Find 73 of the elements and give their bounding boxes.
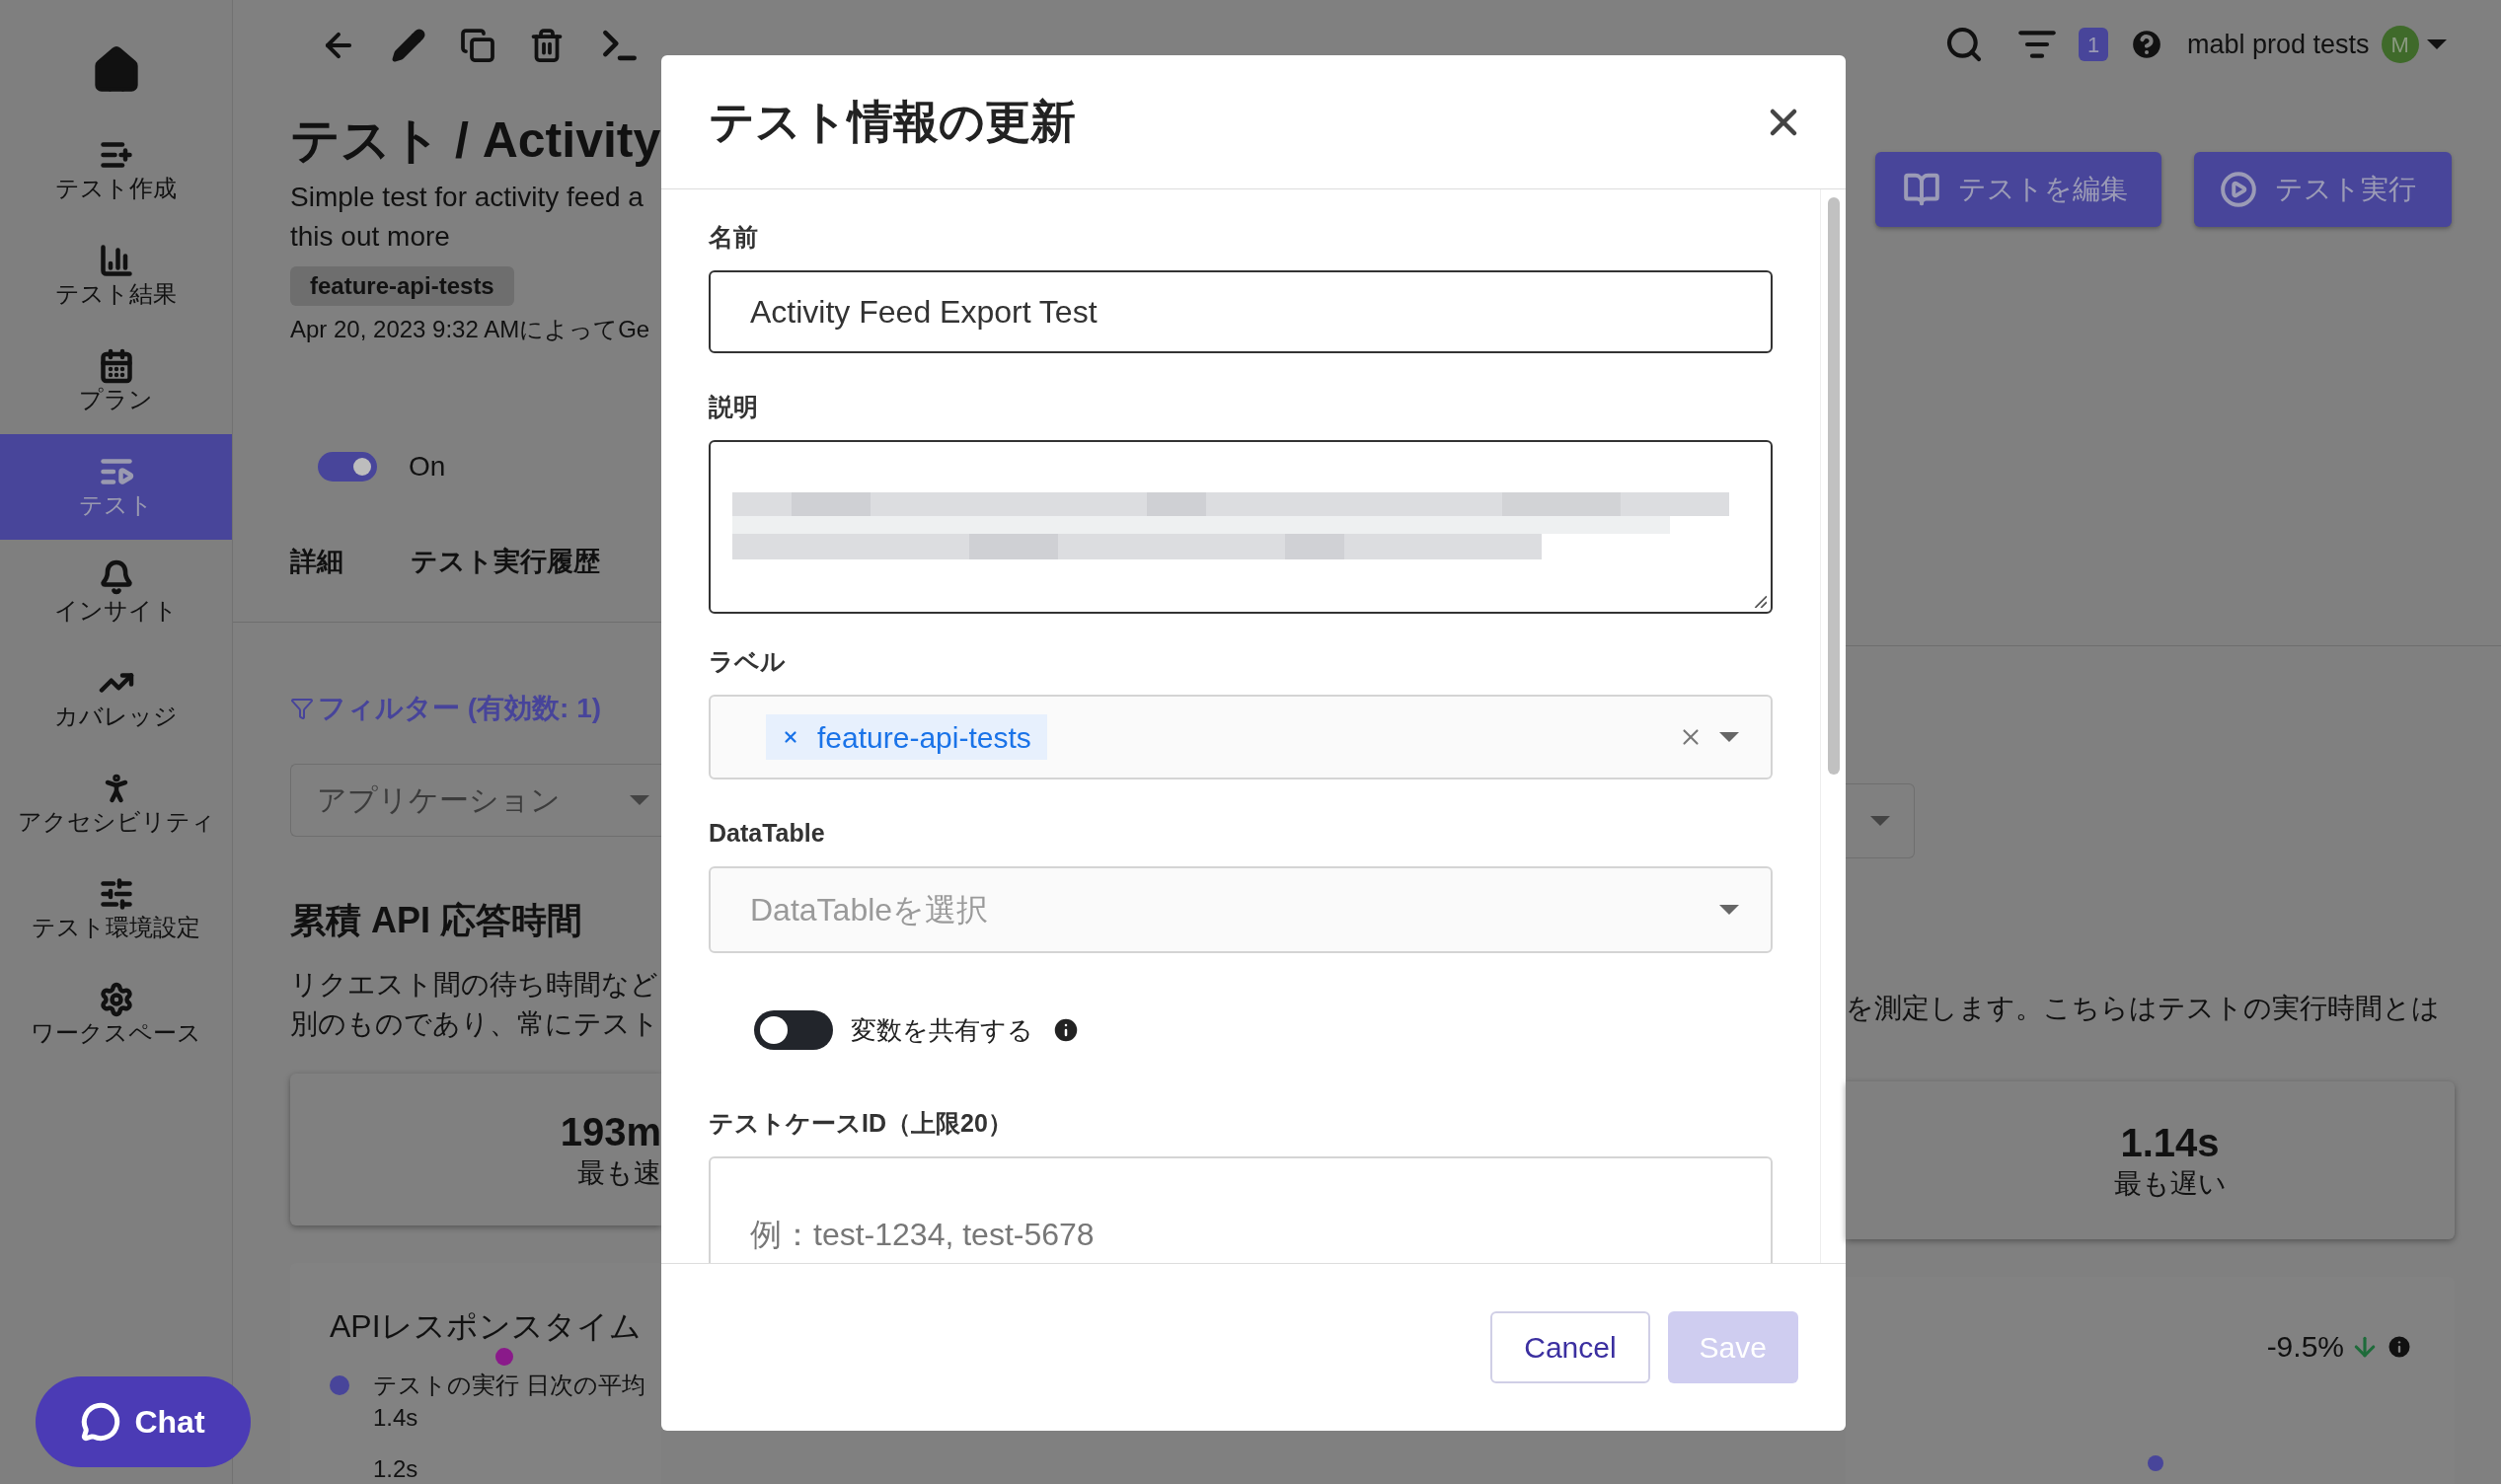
caret-icon xyxy=(1869,816,1890,826)
info-icon xyxy=(1051,1015,1081,1045)
chart-point xyxy=(495,1348,513,1366)
sidebar-item[interactable]: テスト xyxy=(0,434,232,540)
axis-label: 1.4s xyxy=(373,1403,419,1433)
resize-handle-icon xyxy=(1753,594,1767,608)
test-case-id-field[interactable]: 例：test-1234, test-5678 xyxy=(709,1156,1773,1263)
datatable-select[interactable]: DataTableを選択 xyxy=(709,866,1773,953)
chat-button[interactable]: Chat xyxy=(36,1376,251,1467)
stat-value: 1.14s xyxy=(2120,1120,2220,1166)
copy-icon[interactable] xyxy=(460,28,495,63)
sidebar-item[interactable]: アクセシビリティ xyxy=(0,751,232,856)
sidebar-item[interactable]: テスト環境設定 xyxy=(0,856,232,962)
toggle-switch[interactable] xyxy=(318,452,377,482)
chat-bubble-icon xyxy=(81,1402,121,1442)
run-test-button[interactable]: テスト実行 xyxy=(2194,152,2452,227)
caret-icon xyxy=(1719,905,1739,915)
section-title: 累積 API 応答時間 xyxy=(290,899,583,943)
application-dropdown[interactable]: アプリケーション xyxy=(290,763,661,838)
caret-icon xyxy=(2426,39,2447,49)
toggle-label: 変数を共有する xyxy=(851,1013,1033,1047)
sidebar-item[interactable]: ワークスペース xyxy=(0,962,232,1068)
pencil-icon[interactable] xyxy=(391,28,426,63)
label-chip: feature-api-tests xyxy=(766,714,1047,760)
axis-label: 1.2s xyxy=(373,1454,419,1484)
caret-icon xyxy=(630,794,649,805)
test-meta: Apr 20, 2023 9:32 AMによってGe xyxy=(290,315,651,344)
field-label: テストケースID（上限20） xyxy=(709,1108,1014,1139)
dialog-title: テスト情報の更新 xyxy=(709,95,1076,149)
filter-icon xyxy=(290,696,314,720)
section-text: リクエスト間の待ち時間など 別のものであり、常にテスト xyxy=(290,968,660,1042)
test-description: Simple test for activity feed a this out more xyxy=(290,181,644,254)
stat-label: 最も遅い xyxy=(2113,1167,2227,1201)
field-label: DataTable xyxy=(709,818,826,849)
name-field[interactable]: Activity Feed Export Test xyxy=(709,270,1773,353)
stat-label: 最も速 xyxy=(577,1156,661,1191)
field-label: ラベル xyxy=(709,646,787,677)
chart-point xyxy=(2148,1455,2163,1471)
trash-icon[interactable] xyxy=(529,28,565,63)
account-name[interactable]: mabl prod tests xyxy=(2187,24,2370,65)
notification-badge[interactable]: 1 xyxy=(2079,28,2108,61)
section-text: を測定します。こちらはテストの実行時間とは xyxy=(1846,992,2441,1025)
play-icon xyxy=(2220,171,2257,208)
description-field[interactable] xyxy=(709,440,1773,614)
sidebar-item[interactable]: プラン xyxy=(0,329,232,434)
tab[interactable]: テスト実行履歴 xyxy=(411,542,600,582)
sliders-icon xyxy=(98,875,134,912)
field-label: 名前 xyxy=(709,222,759,253)
sidebar-item[interactable]: インサイト xyxy=(0,540,232,645)
page-title: テスト / Activity xyxy=(290,111,661,170)
toggle-switch[interactable] xyxy=(754,1010,833,1050)
stat-value: 193m xyxy=(560,1109,661,1156)
edit-test-button[interactable]: テストを編集 xyxy=(1875,152,2161,227)
sidebar-item[interactable]: テスト作成 xyxy=(0,117,232,223)
toggle-label: On xyxy=(409,450,446,483)
tab[interactable]: 詳細 xyxy=(290,542,343,582)
chart-title: APIレスポンスタイム xyxy=(330,1307,643,1346)
bar-chart-icon xyxy=(98,242,134,278)
field-label: 説明 xyxy=(709,392,759,422)
change-percent: -9.5% xyxy=(2266,1329,2344,1365)
sidebar-item[interactable]: テスト結果 xyxy=(0,223,232,329)
legend-label: テストの実行 日次の平均 xyxy=(373,1371,645,1400)
search-icon[interactable] xyxy=(1944,25,1984,64)
sidebar-item[interactable]: カバレッジ xyxy=(0,645,232,751)
book-icon xyxy=(1903,171,1940,208)
remove-icon[interactable] xyxy=(782,728,799,746)
calendar-icon xyxy=(98,347,134,384)
caret-icon xyxy=(1719,732,1739,742)
label-select[interactable]: feature-api-tests xyxy=(709,695,1773,779)
gear-icon xyxy=(98,981,134,1017)
cancel-button[interactable]: Cancel xyxy=(1490,1311,1650,1383)
tag-chip: feature-api-tests xyxy=(290,266,514,306)
bell-icon xyxy=(98,558,134,595)
